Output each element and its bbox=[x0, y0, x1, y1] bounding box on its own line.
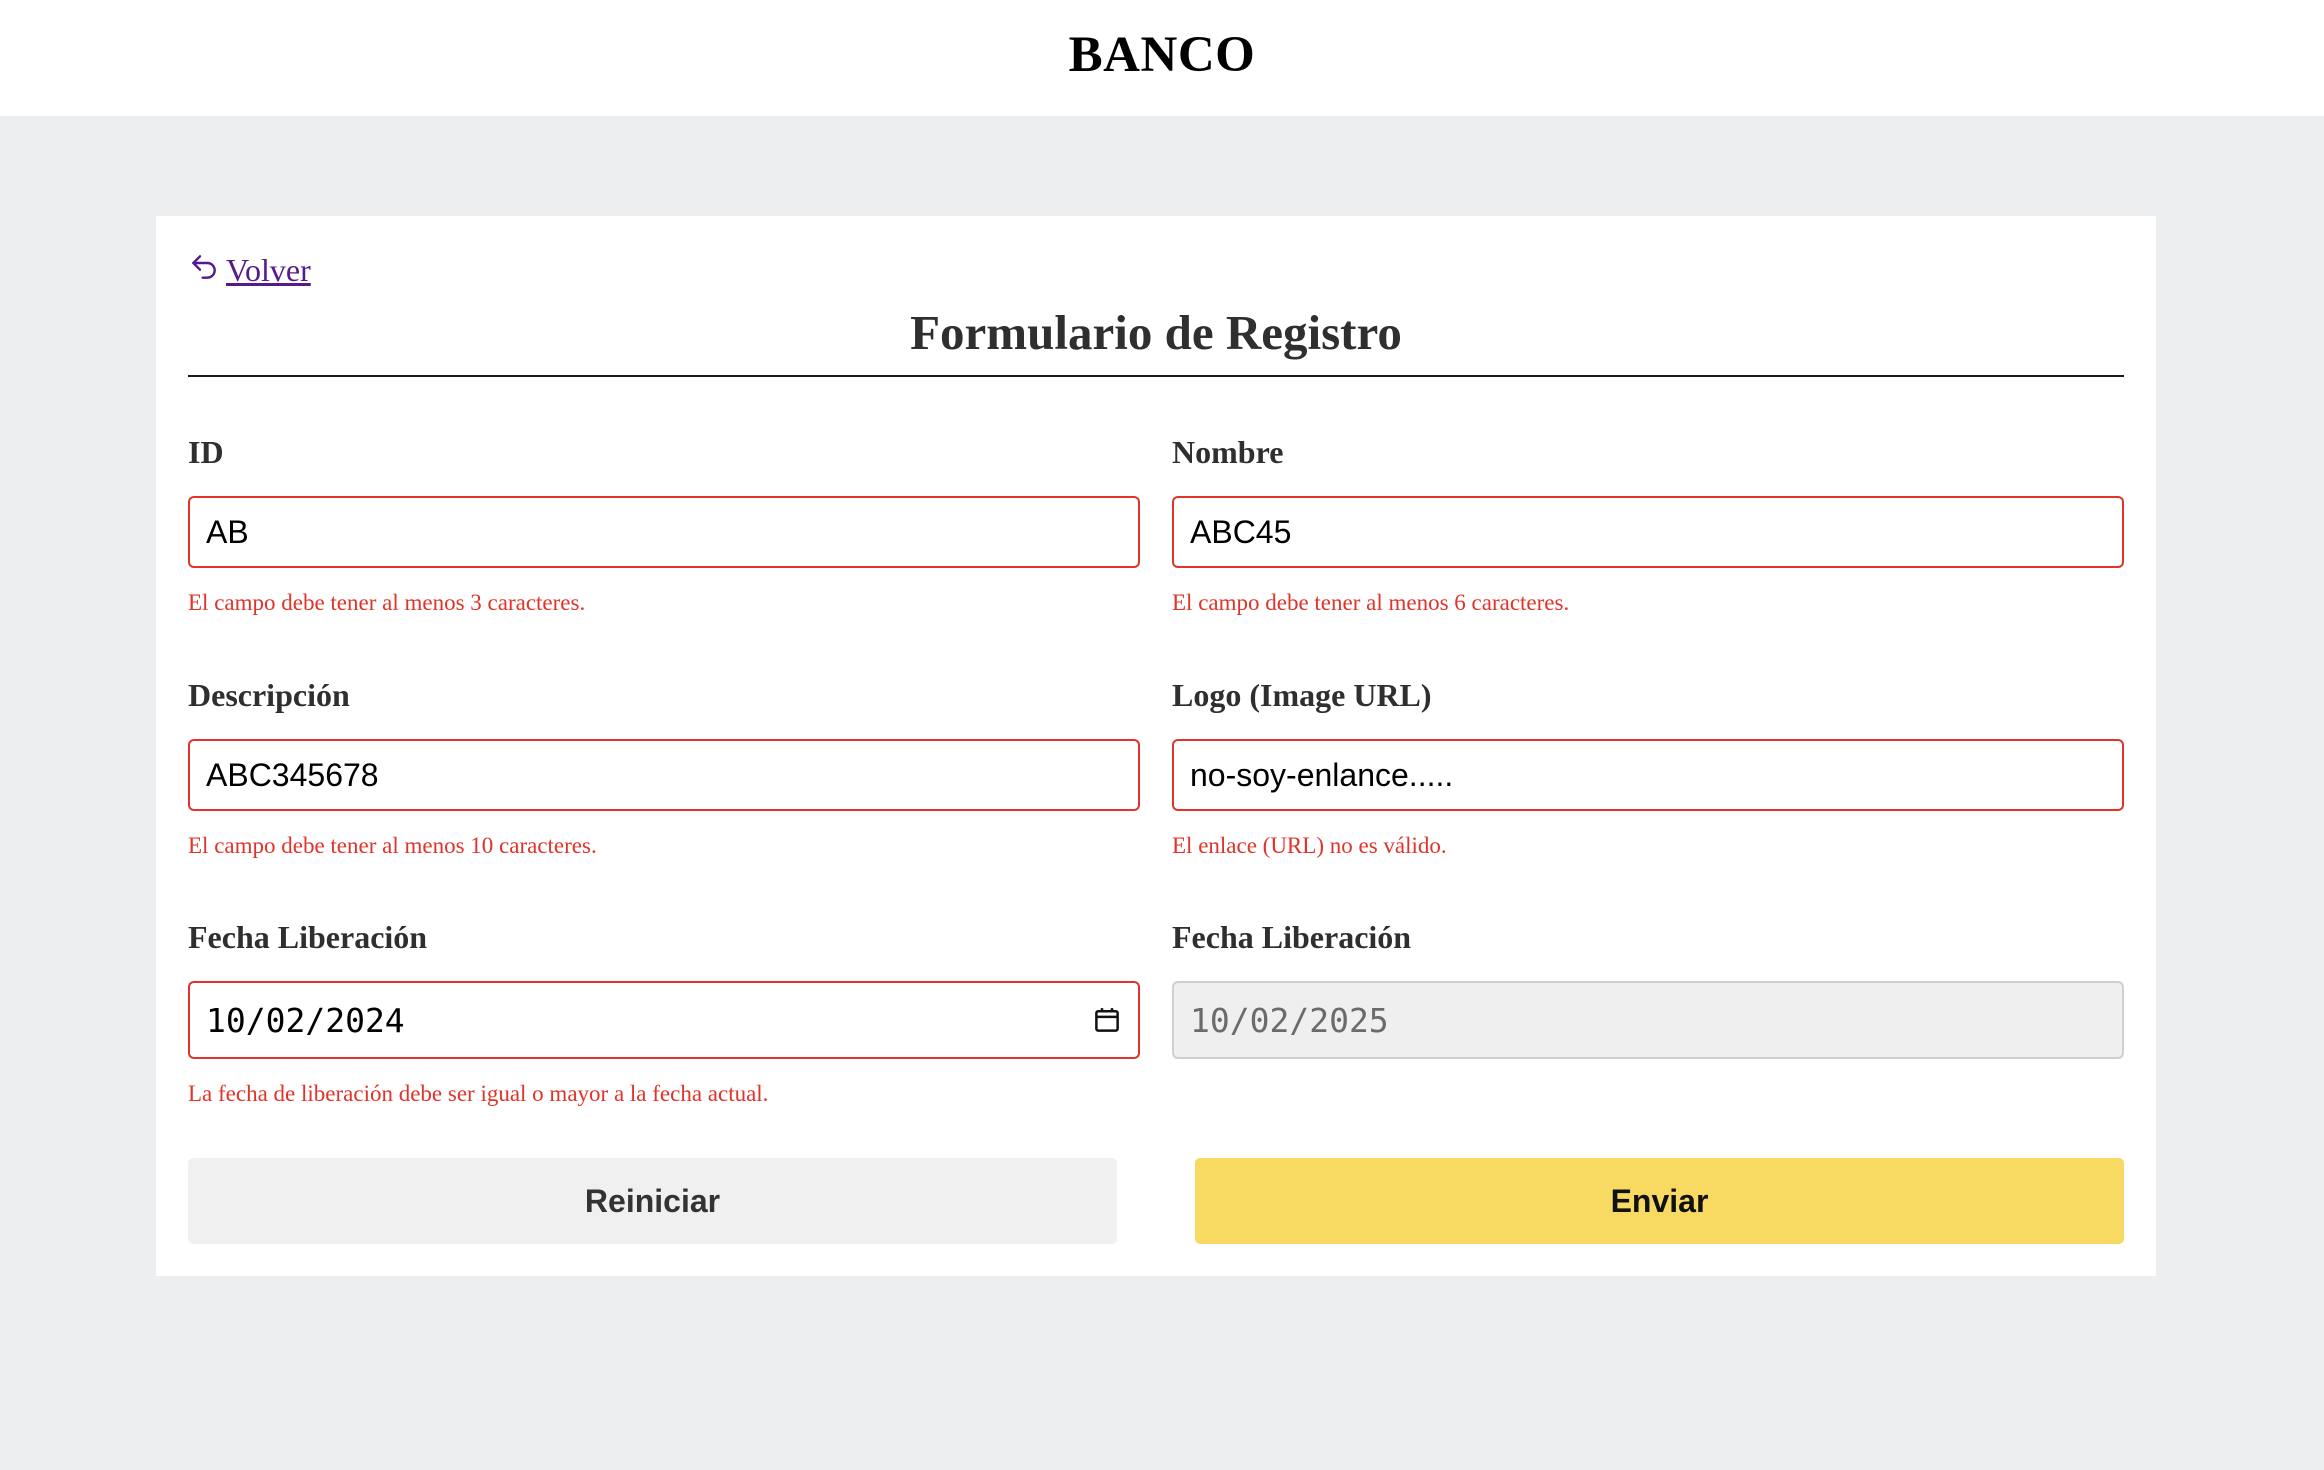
brand-title: BANCO bbox=[1068, 27, 1256, 83]
field-descripcion: Descripción ABC345678 El campo debe tene… bbox=[188, 675, 1140, 859]
id-input[interactable]: AB bbox=[188, 496, 1140, 568]
id-error: El campo debe tener al menos 3 caractere… bbox=[188, 590, 586, 615]
fecha-revision-value: 10/02/2025 bbox=[1190, 1000, 1389, 1040]
top-bar: BANCO bbox=[0, 0, 2324, 116]
submit-button[interactable]: Enviar bbox=[1195, 1158, 2124, 1244]
fecha-revision-label: Fecha Liberación bbox=[1172, 919, 1412, 955]
logo-url-input-value: no-soy-enlance..... bbox=[1190, 756, 1454, 793]
fecha-revision-date-input: 10/02/2025 bbox=[1172, 981, 2124, 1059]
fecha-liberacion-error: La fecha de liberación debe ser igual o … bbox=[188, 1081, 769, 1106]
field-fecha-liberacion: Fecha Liberación 10/02/2024 La fecha de … bbox=[188, 917, 1140, 1107]
id-label: ID bbox=[188, 434, 224, 470]
fecha-liberacion-value: 10/02/2024 bbox=[206, 1000, 405, 1040]
nombre-label: Nombre bbox=[1172, 434, 1284, 470]
field-id: ID AB El campo debe tener al menos 3 car… bbox=[188, 432, 1140, 616]
logo-error: El enlace (URL) no es válido. bbox=[1172, 833, 1447, 858]
fecha-liberacion-label: Fecha Liberación bbox=[188, 919, 428, 955]
logo-label: Logo (Image URL) bbox=[1172, 677, 1432, 713]
fecha-liberacion-date-input[interactable]: 10/02/2024 bbox=[188, 981, 1140, 1059]
descripcion-input-value: ABC345678 bbox=[206, 756, 379, 793]
back-link[interactable]: Volver bbox=[188, 252, 311, 289]
form-title: Formulario de Registro bbox=[188, 304, 2124, 377]
nombre-error: El campo debe tener al menos 6 caractere… bbox=[1172, 590, 1570, 615]
registration-card: Volver Formulario de Registro ID AB El c… bbox=[156, 216, 2156, 1276]
calendar-icon[interactable] bbox=[1092, 1005, 1122, 1035]
back-arrow-icon bbox=[192, 254, 216, 279]
reset-button[interactable]: Reiniciar bbox=[188, 1158, 1117, 1244]
descripcion-label: Descripción bbox=[188, 677, 350, 713]
logo-url-input[interactable]: no-soy-enlance..... bbox=[1172, 739, 2124, 811]
back-link-label: Volver bbox=[226, 252, 311, 288]
field-nombre: Nombre ABC45 El campo debe tener al meno… bbox=[1172, 432, 2124, 616]
nombre-input[interactable]: ABC45 bbox=[1172, 496, 2124, 568]
field-fecha-revision: Fecha Liberación 10/02/2025 bbox=[1172, 917, 2124, 1059]
nombre-input-value: ABC45 bbox=[1190, 513, 1292, 550]
descripcion-input[interactable]: ABC345678 bbox=[188, 739, 1140, 811]
id-input-value: AB bbox=[206, 513, 249, 550]
descripcion-error: El campo debe tener al menos 10 caracter… bbox=[188, 833, 597, 858]
field-logo: Logo (Image URL) no-soy-enlance..... El … bbox=[1172, 675, 2124, 859]
